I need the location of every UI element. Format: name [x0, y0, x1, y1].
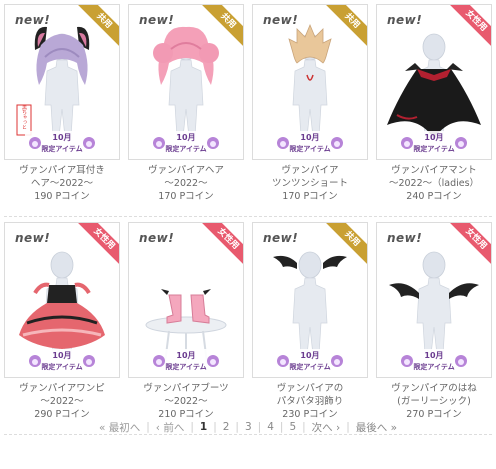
item-name-line-1: ヴァンパイアワンピ: [19, 383, 105, 394]
new-label: new!: [387, 231, 423, 245]
badge-label: 限定アイテム: [289, 362, 330, 371]
new-label: new!: [139, 13, 175, 27]
pagination: « 最初へ | ‹ 前へ | 1 | 2 | 3 | 4 | 5 | 次へ › …: [0, 416, 496, 438]
badge-label: 限定アイテム: [165, 144, 206, 153]
badge-month: 10月: [424, 133, 443, 142]
new-label: new!: [263, 231, 299, 245]
item-name-line-1: ヴァンパイアのはね: [391, 383, 477, 394]
badge-label: 限定アイテム: [165, 362, 206, 371]
row-divider: [4, 216, 492, 217]
badge-label: 限定アイテム: [41, 144, 82, 153]
new-label: new!: [263, 13, 299, 27]
item-card[interactable]: 黒ちゃっと 10月 限定アイテム new! 共用 ヴァンパイア耳付き ヘア～2022～ 190…: [4, 4, 120, 204]
item-card[interactable]: 10月 限定アイテム new! 共用 ヴァンパイア ツンツンショート 170 Pコイン: [252, 4, 368, 204]
item-name[interactable]: ヴァンパイア耳付き ヘア～2022～: [4, 164, 120, 190]
new-label: new!: [387, 13, 423, 27]
badge-month: 10月: [424, 351, 443, 360]
badge-month: 10月: [176, 133, 195, 142]
next-page-link[interactable]: 次へ ›: [307, 420, 346, 435]
limited-badge: 10月限定アイテム: [149, 349, 223, 373]
item-price: 170 Pコイン: [158, 191, 214, 202]
prev-page-link[interactable]: ‹ 前へ: [151, 420, 190, 435]
item-name[interactable]: ヴァンパイアの パタパタ羽飾り: [252, 382, 368, 408]
item-thumbnail[interactable]: 黒ちゃっと 10月 限定アイテム new! 共用: [4, 4, 120, 160]
item-name-line-1: ヴァンパイアの: [276, 383, 344, 394]
page-3-link[interactable]: 3: [240, 421, 257, 433]
item-name-line-2: ～2022～: [164, 178, 208, 189]
item-name-line-2: (ガーリーシック): [397, 396, 471, 407]
item-thumbnail[interactable]: 10月 限定アイテム new! 共用: [128, 4, 244, 160]
item-thumbnail[interactable]: 10月 限定アイテム new! 女性用: [376, 4, 492, 160]
limited-badge: 10月限定アイテム: [273, 131, 347, 155]
item-card[interactable]: 10月 限定アイテム new! 女性用 ヴァンパイアのはね (ガーリーシック) 270 Pコ…: [376, 222, 492, 422]
badge-month: 10月: [176, 351, 195, 360]
item-thumbnail[interactable]: 10月 限定アイテム new! 女性用: [376, 222, 492, 378]
limited-badge: 10月限定アイテム: [397, 349, 471, 373]
first-page-link[interactable]: « 最初へ: [94, 420, 145, 435]
limited-badge: 10月限定アイテム: [149, 131, 223, 155]
item-grid: 黒ちゃっと 10月 限定アイテム new! 共用 ヴァンパイア耳付き ヘア～2022～ 190…: [0, 0, 496, 436]
item-name-line-2: ～2022～（ladies）: [388, 178, 480, 189]
last-page-link[interactable]: 最後へ »: [351, 420, 402, 435]
item-name[interactable]: ヴァンパイアブーツ ～2022～: [128, 382, 244, 408]
item-name-line-2: ～2022～: [164, 396, 208, 407]
item-name-line-1: ヴァンパイアマント: [391, 165, 477, 176]
item-name[interactable]: ヴァンパイアのはね (ガーリーシック): [376, 382, 492, 408]
item-name[interactable]: ヴァンパイアマント ～2022～（ladies）: [376, 164, 492, 190]
item-row-2: 10月 限定アイテム new! 女性用 ヴァンパイアワンピ ～2022～ 290 Pコイン 1…: [0, 218, 496, 436]
item-thumbnail[interactable]: 10月 限定アイテム new! 共用: [252, 4, 368, 160]
badge-label: 限定アイテム: [289, 144, 330, 153]
item-name[interactable]: ヴァンパイアワンピ ～2022～: [4, 382, 120, 408]
limited-badge: 10月限定アイテム: [25, 131, 99, 155]
item-price: 170 Pコイン: [282, 191, 338, 202]
stamp-text: 黒ちゃっと: [21, 105, 27, 130]
item-name-line-2: ツンツンショート: [271, 178, 348, 189]
page-1-current: 1: [199, 421, 208, 433]
item-name-line-1: ヴァンパイア: [281, 165, 339, 176]
badge-month: 10月: [300, 133, 319, 142]
item-thumbnail[interactable]: 10月 限定アイテム new! 共用: [252, 222, 368, 378]
item-name-line-2: ～2022～: [40, 396, 84, 407]
badge-label: 限定アイテム: [413, 144, 454, 153]
item-name[interactable]: ヴァンパイアヘア ～2022～: [128, 164, 244, 190]
item-card[interactable]: 10月 限定アイテム new! 女性用 ヴァンパイアワンピ ～2022～ 290 Pコイン: [4, 222, 120, 422]
new-label: new!: [139, 231, 175, 245]
badge-month: 10月: [52, 351, 71, 360]
page-5-link[interactable]: 5: [284, 421, 301, 433]
limited-badge: 10月限定アイテム: [25, 349, 99, 373]
item-card[interactable]: 10月 限定アイテム new! 共用 ヴァンパイアの パタパタ羽飾り 230 Pコイン: [252, 222, 368, 422]
item-price: 190 Pコイン: [34, 191, 90, 202]
item-thumbnail[interactable]: 10月 限定アイテム new! 女性用: [4, 222, 120, 378]
item-row-1: 黒ちゃっと 10月 限定アイテム new! 共用 ヴァンパイア耳付き ヘア～2022～ 190…: [0, 0, 496, 218]
item-name[interactable]: ヴァンパイア ツンツンショート: [252, 164, 368, 190]
new-label: new!: [15, 13, 51, 27]
item-name-line-1: ヴァンパイアヘア: [148, 165, 224, 176]
limited-badge: 10月限定アイテム: [397, 131, 471, 155]
item-thumbnail[interactable]: 10月 限定アイテム new! 女性用: [128, 222, 244, 378]
item-name-line-2: ヘア～2022～: [30, 178, 94, 189]
limited-badge: 10月限定アイテム: [273, 349, 347, 373]
item-price: 240 Pコイン: [406, 191, 462, 202]
page-4-link[interactable]: 4: [262, 421, 279, 433]
item-name-line-1: ヴァンパイアブーツ: [143, 383, 229, 394]
item-name-line-1: ヴァンパイア耳付き: [19, 165, 105, 176]
item-card[interactable]: 10月 限定アイテム new! 女性用 ヴァンパイアマント ～2022～（ladies） 2…: [376, 4, 492, 204]
item-card[interactable]: 10月 限定アイテム new! 女性用 ヴァンパイアブーツ ～2022～ 210 Pコイン: [128, 222, 244, 422]
page-2-link[interactable]: 2: [218, 421, 235, 433]
item-card[interactable]: 10月 限定アイテム new! 共用 ヴァンパイアヘア ～2022～ 170 Pコイン: [128, 4, 244, 204]
item-name-line-2: パタパタ羽飾り: [276, 396, 344, 407]
badge-month: 10月: [300, 351, 319, 360]
badge-label: 限定アイテム: [413, 362, 454, 371]
new-label: new!: [15, 231, 51, 245]
badge-label: 限定アイテム: [41, 362, 82, 371]
badge-month: 10月: [52, 133, 71, 142]
